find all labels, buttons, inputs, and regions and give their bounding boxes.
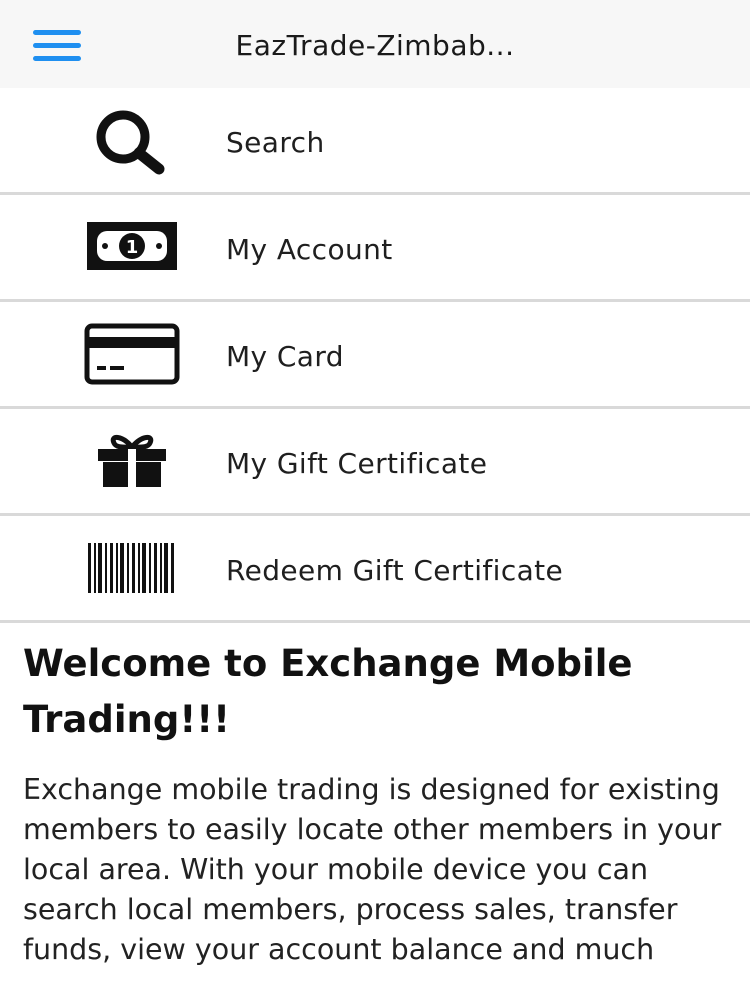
- app-title: EazTrade-Zimbab...: [235, 29, 515, 62]
- search-icon: [80, 88, 184, 192]
- menu-item-my-account[interactable]: 1 My Account: [0, 195, 750, 302]
- menu-item-search[interactable]: Search: [0, 88, 750, 195]
- main-menu: Search 1 My Account My Card My Gift Cert…: [0, 88, 750, 623]
- menu-item-my-gift-certificate[interactable]: My Gift Certificate: [0, 409, 750, 516]
- menu-item-label: My Gift Certificate: [226, 447, 488, 480]
- intro-paragraph: Exchange mobile trading is designed for …: [23, 773, 722, 966]
- welcome-heading: Welcome to Exchange Mobile Trading!!!: [23, 642, 633, 741]
- menu-item-redeem-gift-certificate[interactable]: Redeem Gift Certificate: [0, 516, 750, 623]
- menu-item-label: Search: [226, 126, 325, 159]
- menu-item-my-card[interactable]: My Card: [0, 302, 750, 409]
- gift-icon: [80, 409, 184, 513]
- svg-text:1: 1: [126, 237, 139, 258]
- welcome-section: Welcome to Exchange Mobile Trading!!! Ex…: [23, 636, 723, 970]
- credit-card-icon: [80, 302, 184, 406]
- barcode-icon: [80, 516, 184, 620]
- menu-item-label: My Account: [226, 233, 393, 266]
- money-bill-icon: 1: [80, 195, 184, 299]
- top-bar: EazTrade-Zimbab...: [0, 0, 750, 88]
- menu-item-label: My Card: [226, 340, 344, 373]
- menu-item-label: Redeem Gift Certificate: [226, 554, 564, 587]
